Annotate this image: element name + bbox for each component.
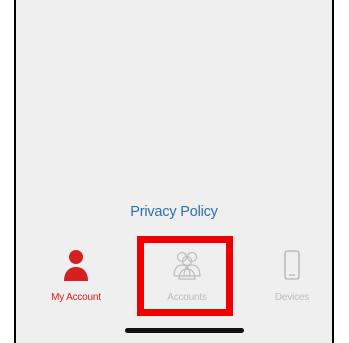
privacy-policy-link[interactable]: Privacy Policy xyxy=(16,204,332,220)
tab-devices[interactable]: Devices xyxy=(244,236,340,316)
phone-icon xyxy=(284,250,300,280)
home-indicator xyxy=(125,328,244,333)
tab-devices-label: Devices xyxy=(274,292,310,303)
person-icon xyxy=(64,250,88,281)
tab-my-account-label: My Account xyxy=(51,292,101,303)
tab-accounts-label: Accounts xyxy=(167,292,207,303)
tab-bar: My Account Accounts Devices xyxy=(16,236,332,343)
tab-my-account[interactable]: My Account xyxy=(28,236,124,316)
people-icon xyxy=(173,251,201,280)
tab-accounts[interactable]: Accounts xyxy=(139,236,235,316)
app-screen: Privacy Policy My Account Accounts Devic… xyxy=(14,0,334,343)
